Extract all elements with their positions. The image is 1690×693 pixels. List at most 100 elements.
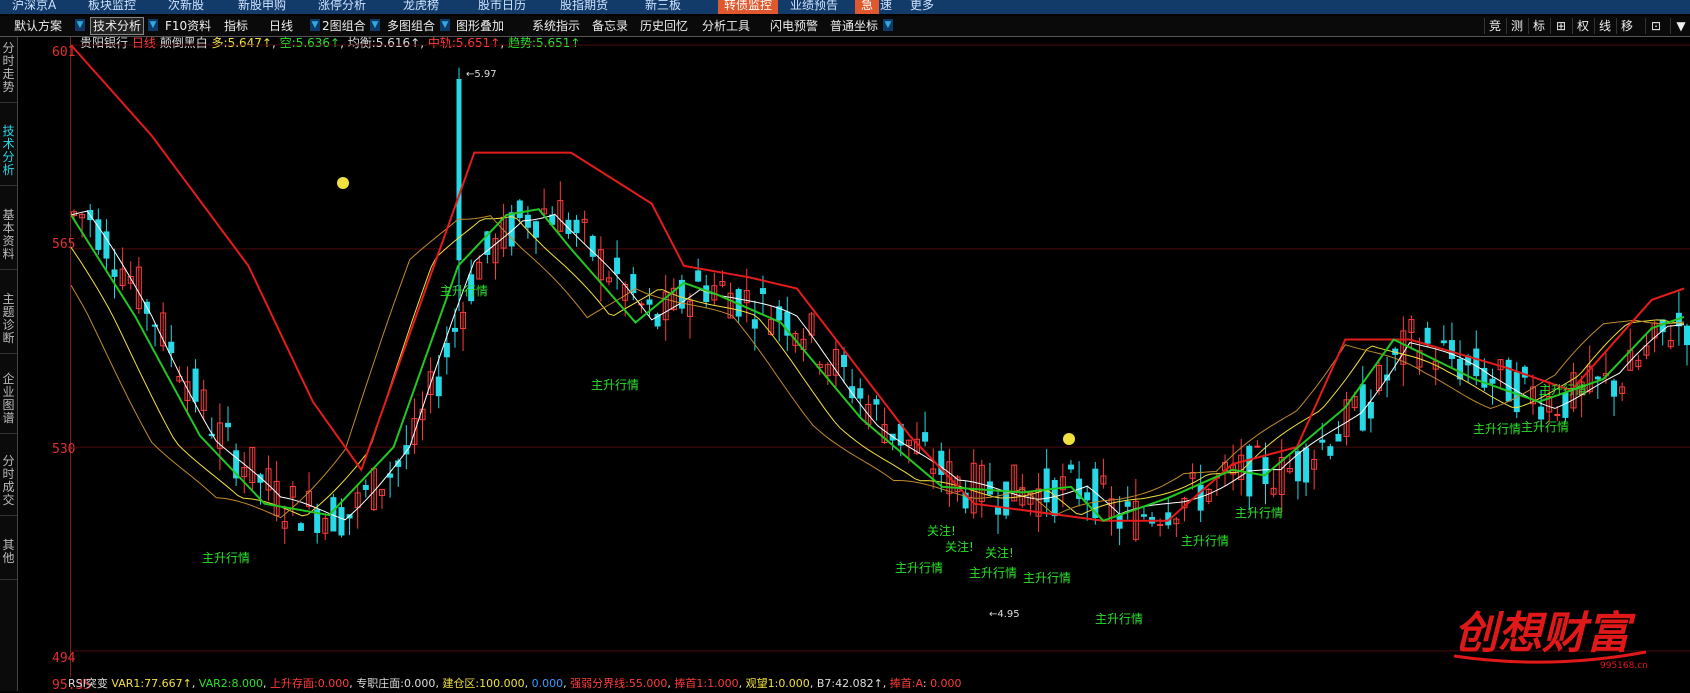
sidebar-tab[interactable]: 其他 bbox=[0, 539, 17, 580]
candle-body bbox=[841, 354, 848, 367]
sidebar-tab[interactable]: 分时走势 bbox=[0, 42, 17, 103]
toolbar-button[interactable]: 多图组合 bbox=[385, 18, 437, 34]
candle-body bbox=[1554, 414, 1561, 417]
candle-body bbox=[1084, 492, 1091, 501]
candle-body bbox=[1473, 348, 1480, 377]
topnav-item[interactable]: 龙虎榜 bbox=[403, 0, 439, 14]
watermark-logo: 创想财富 995168.cn bbox=[1450, 598, 1650, 673]
topnav-item[interactable]: 股指期货 bbox=[560, 0, 608, 14]
toolbar-button[interactable]: 日线 bbox=[267, 18, 295, 34]
var8-value: 1.000 bbox=[707, 677, 739, 690]
ma-line bbox=[71, 210, 1685, 521]
var9-value: 0.000 bbox=[778, 677, 810, 690]
trend-line bbox=[71, 208, 1685, 522]
topnav-item[interactable]: 板块监控 bbox=[88, 0, 136, 14]
candle-body bbox=[1303, 447, 1310, 483]
candle-body bbox=[1424, 327, 1431, 344]
topnav-item[interactable]: 急 bbox=[855, 0, 880, 14]
candle-body bbox=[111, 269, 118, 277]
candle-body bbox=[1124, 501, 1131, 507]
sidebar-tab[interactable]: 分时成交 bbox=[0, 455, 17, 516]
toolbar-right-button[interactable]: 竞 bbox=[1484, 18, 1505, 34]
toolbar-button[interactable]: 备忘录 bbox=[590, 18, 630, 34]
toolbar-button[interactable]: 技术分析 bbox=[90, 17, 145, 35]
toolbar-button[interactable]: 历史回忆 bbox=[638, 18, 690, 34]
candle-body bbox=[1440, 340, 1447, 344]
candle-body bbox=[922, 432, 929, 442]
topnav-item[interactable]: 沪深京A bbox=[12, 0, 56, 14]
toolbar-right-button[interactable]: ⊞ bbox=[1550, 18, 1571, 34]
topnav-item[interactable]: 速 bbox=[880, 0, 892, 14]
var12-value: 0.000 bbox=[930, 677, 962, 690]
toolbar-button[interactable]: 闪电预警 bbox=[768, 18, 820, 34]
sidebar-tab[interactable]: 企业图谱 bbox=[0, 373, 17, 434]
candle-body bbox=[1448, 340, 1455, 359]
var11-label: 捧首: bbox=[889, 677, 916, 690]
toolbar-right-button[interactable]: 标 bbox=[1528, 18, 1549, 34]
topnav-item[interactable]: 涨停分析 bbox=[318, 0, 366, 14]
candle-body bbox=[1359, 384, 1366, 431]
dropdown-arrow-icon[interactable]: ▼ bbox=[883, 19, 893, 31]
toolbar-right-button[interactable]: ⊡ bbox=[1645, 18, 1666, 34]
toolbar-button[interactable]: 2图组合 bbox=[320, 18, 368, 34]
candle-body bbox=[759, 288, 766, 295]
candle-body bbox=[443, 342, 450, 358]
candle-body bbox=[362, 484, 369, 490]
dropdown-arrow-icon[interactable]: ▼ bbox=[75, 19, 85, 31]
candle-body bbox=[516, 200, 523, 219]
var9-label: 观望1: bbox=[745, 677, 779, 690]
low-price-label: ←4.95 bbox=[989, 609, 1020, 620]
toolbar-button[interactable]: 默认方案 bbox=[12, 18, 64, 34]
toolbar-button[interactable]: 普通坐标 bbox=[828, 18, 880, 34]
signal-label: 关注! bbox=[945, 539, 974, 554]
var11-value: A bbox=[915, 677, 923, 690]
candle-body bbox=[1327, 446, 1334, 456]
toolbar-right-button[interactable]: ▼ bbox=[1670, 18, 1690, 34]
topnav-item[interactable]: 股市日历 bbox=[478, 0, 526, 14]
toolbar-right-button[interactable]: 权 bbox=[1572, 18, 1593, 34]
topnav-item[interactable]: 业绩预告 bbox=[790, 0, 838, 14]
dropdown-arrow-icon[interactable]: ▼ bbox=[310, 19, 320, 31]
topnav-item[interactable]: 转债监控 bbox=[718, 0, 779, 14]
var1-value: 77.667↑ bbox=[144, 677, 192, 690]
signal-label: 主升行情 bbox=[1023, 571, 1071, 585]
toolbar-button[interactable]: 图形叠加 bbox=[454, 18, 506, 34]
toolbar-button[interactable]: 分析工具 bbox=[700, 18, 752, 34]
candle-body bbox=[1262, 457, 1269, 484]
topnav-item[interactable]: 新股申购 bbox=[238, 0, 286, 14]
candle-body bbox=[995, 507, 1002, 515]
var8-label: 捧首1: bbox=[674, 677, 708, 690]
sidebar-tab[interactable]: 技术分析 bbox=[0, 125, 17, 186]
var7-value: 55.000 bbox=[628, 677, 668, 690]
dropdown-arrow-icon[interactable]: ▼ bbox=[148, 19, 158, 31]
topnav-item[interactable]: 更多 bbox=[910, 0, 934, 14]
signal-label: 主升行情 bbox=[202, 551, 250, 565]
candle-body bbox=[533, 221, 540, 238]
smiley-marker-icon bbox=[337, 177, 349, 189]
candle-body bbox=[614, 257, 621, 275]
candle-body bbox=[857, 388, 864, 399]
dropdown-arrow-icon[interactable]: ▼ bbox=[370, 19, 380, 31]
smiley-marker-icon bbox=[1063, 433, 1075, 445]
signal-label: 主升行情 bbox=[591, 378, 639, 392]
toolbar: 默认方案 技术分析 F10资料 指标 日线 2图组合 多图组合 图形叠加 系统指示 备忘录 历史回忆… bbox=[0, 16, 1690, 37]
toolbar-button[interactable]: 系统指示 bbox=[530, 18, 582, 34]
candle-body bbox=[1067, 464, 1074, 470]
logo-text: 创想财富 bbox=[1454, 608, 1636, 659]
sidebar-tab[interactable]: 主题诊断 bbox=[0, 293, 17, 354]
var7-label: 强弱分界线: bbox=[570, 677, 629, 690]
toolbar-button[interactable]: 指标 bbox=[222, 18, 250, 34]
var3-label: 上升存面: bbox=[270, 677, 318, 690]
topnav-item[interactable]: 次新股 bbox=[168, 0, 204, 14]
toolbar-right-button[interactable]: 测 bbox=[1506, 18, 1527, 34]
candle-body bbox=[451, 327, 458, 332]
var6-value: 0.000 bbox=[531, 677, 564, 690]
dropdown-arrow-icon[interactable]: ▼ bbox=[440, 19, 450, 31]
toolbar-button[interactable]: F10资料 bbox=[163, 18, 213, 34]
toolbar-right-button[interactable]: 线 bbox=[1594, 18, 1615, 34]
sidebar-tab[interactable]: 基本资料 bbox=[0, 209, 17, 270]
topnav-item[interactable]: 新三板 bbox=[645, 0, 681, 14]
candle-body bbox=[695, 270, 702, 282]
candlestick-chart[interactable]: ←5.97←4.95主升行情主升行情主升行情主升行情主升行情主升行情主升行情主升… bbox=[71, 37, 1690, 677]
toolbar-right-button[interactable]: 移 bbox=[1616, 18, 1637, 34]
